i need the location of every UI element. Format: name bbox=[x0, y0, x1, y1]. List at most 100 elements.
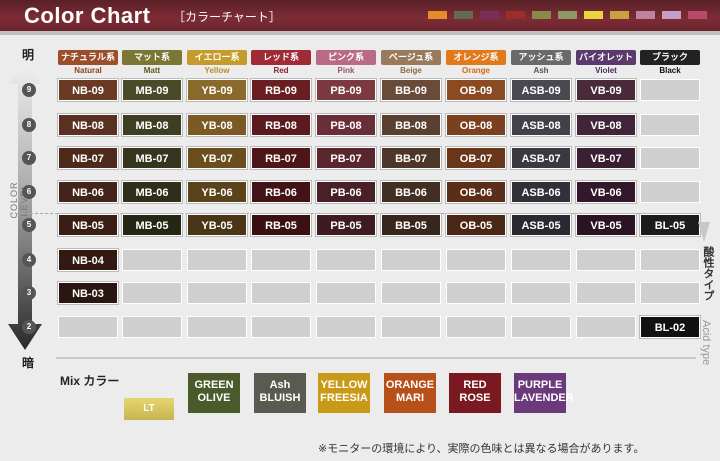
color-swatch[interactable]: YB-07 bbox=[187, 147, 247, 169]
color-swatch[interactable]: VB-08 bbox=[576, 114, 636, 136]
color-swatch[interactable]: MB-07 bbox=[122, 147, 182, 169]
color-swatch[interactable]: OB-06 bbox=[446, 181, 506, 203]
color-swatch[interactable]: BB-06 bbox=[381, 181, 441, 203]
empty-cell bbox=[576, 316, 636, 338]
mix-line1: YELLOW bbox=[320, 379, 368, 391]
color-swatch[interactable]: RB-05 bbox=[251, 214, 311, 236]
color-swatch[interactable]: BL-05 bbox=[640, 214, 700, 236]
mix-swatch[interactable]: Ash BLUISH bbox=[254, 373, 306, 413]
empty-cell bbox=[251, 249, 311, 271]
mix-swatch[interactable]: YELLOW FREESIA bbox=[318, 373, 370, 413]
color-swatch[interactable]: ASB-09 bbox=[511, 79, 571, 101]
mix-line2: OLIVE bbox=[197, 392, 231, 404]
empty-cell bbox=[122, 282, 182, 304]
color-swatch[interactable]: VB-09 bbox=[576, 79, 636, 101]
category-name: Ash bbox=[533, 66, 549, 75]
category-header: レッド系 bbox=[251, 50, 311, 65]
axis-bottom-label: 暗 bbox=[22, 356, 35, 370]
color-swatch[interactable]: RB-07 bbox=[251, 147, 311, 169]
color-swatch[interactable]: BL-02 bbox=[640, 316, 700, 338]
color-swatch[interactable]: MB-08 bbox=[122, 114, 182, 136]
color-swatch[interactable]: YB-08 bbox=[187, 114, 247, 136]
empty-cell bbox=[316, 316, 376, 338]
color-strip-swatch bbox=[688, 11, 707, 19]
color-swatch[interactable]: YB-09 bbox=[187, 79, 247, 101]
empty-cell bbox=[381, 282, 441, 304]
color-strip-swatch bbox=[532, 11, 551, 19]
color-swatch[interactable]: BB-09 bbox=[381, 79, 441, 101]
empty-cell bbox=[187, 316, 247, 338]
color-swatch[interactable]: RB-08 bbox=[251, 114, 311, 136]
axis-top-label: 明 bbox=[22, 48, 35, 62]
color-swatch[interactable]: NB-07 bbox=[58, 147, 118, 169]
header-bar: Color Chart ［カラーチャート］ bbox=[0, 0, 720, 31]
color-swatch[interactable]: NB-03 bbox=[58, 282, 118, 304]
mix-line1: GREEN bbox=[194, 379, 234, 391]
page-subtitle: ［カラーチャート］ bbox=[173, 10, 281, 24]
empty-cell bbox=[251, 316, 311, 338]
color-swatch[interactable]: OB-07 bbox=[446, 147, 506, 169]
color-swatch[interactable]: NB-05 bbox=[58, 214, 118, 236]
color-swatch[interactable]: VB-07 bbox=[576, 147, 636, 169]
color-swatch[interactable]: PB-05 bbox=[316, 214, 376, 236]
color-swatch[interactable]: ASB-05 bbox=[511, 214, 571, 236]
empty-cell bbox=[640, 181, 700, 203]
category-name: Matt bbox=[143, 66, 161, 75]
color-swatch[interactable]: RB-09 bbox=[251, 79, 311, 101]
color-swatch[interactable]: BB-05 bbox=[381, 214, 441, 236]
color-swatch[interactable]: OB-08 bbox=[446, 114, 506, 136]
color-swatch[interactable]: ASB-08 bbox=[511, 114, 571, 136]
category-name: Beige bbox=[400, 66, 422, 75]
color-swatch[interactable]: MB-06 bbox=[122, 181, 182, 203]
color-swatch[interactable]: OB-09 bbox=[446, 79, 506, 101]
empty-cell bbox=[316, 282, 376, 304]
color-swatch[interactable]: ASB-07 bbox=[511, 147, 571, 169]
category-header: イエロー系 bbox=[187, 50, 247, 65]
color-swatch[interactable]: VB-05 bbox=[576, 214, 636, 236]
empty-cell bbox=[187, 282, 247, 304]
color-swatch[interactable]: PB-09 bbox=[316, 79, 376, 101]
mix-swatch[interactable]: RED ROSE bbox=[449, 373, 501, 413]
color-swatch[interactable]: RB-06 bbox=[251, 181, 311, 203]
level-number: 3 bbox=[22, 286, 36, 300]
mix-lt-swatch: LT bbox=[124, 398, 174, 420]
mix-swatch[interactable]: ORANGE MARI bbox=[384, 373, 436, 413]
empty-cell bbox=[640, 282, 700, 304]
color-swatch[interactable]: PB-08 bbox=[316, 114, 376, 136]
color-swatch[interactable]: MB-09 bbox=[122, 79, 182, 101]
color-swatch[interactable]: YB-05 bbox=[187, 214, 247, 236]
mix-swatch[interactable]: PURPLE LAVENDER bbox=[514, 373, 574, 413]
color-swatch[interactable]: MB-05 bbox=[122, 214, 182, 236]
color-strip-swatch bbox=[662, 11, 681, 19]
mix-line2: BLUISH bbox=[259, 392, 301, 404]
level-number: 5 bbox=[22, 218, 36, 232]
color-swatch[interactable]: PB-07 bbox=[316, 147, 376, 169]
color-swatch[interactable]: OB-05 bbox=[446, 214, 506, 236]
color-swatch[interactable]: NB-04 bbox=[58, 249, 118, 271]
category-header: ナチュラル系 bbox=[58, 50, 118, 65]
color-strip-swatch bbox=[506, 11, 525, 19]
page-title: Color Chart bbox=[24, 3, 151, 28]
empty-cell bbox=[640, 147, 700, 169]
category-header: オレンジ系 bbox=[446, 50, 506, 65]
color-swatch[interactable]: ASB-06 bbox=[511, 181, 571, 203]
mix-label: Mix カラー bbox=[60, 374, 120, 388]
mix-line2: ROSE bbox=[459, 392, 491, 404]
color-swatch[interactable]: NB-08 bbox=[58, 114, 118, 136]
empty-cell bbox=[511, 282, 571, 304]
mix-swatch[interactable]: GREEN OLIVE bbox=[188, 373, 240, 413]
mix-line1: ORANGE bbox=[385, 379, 435, 391]
level-number: 8 bbox=[22, 118, 36, 132]
empty-cell bbox=[640, 114, 700, 136]
color-swatch[interactable]: VB-06 bbox=[576, 181, 636, 203]
color-swatch[interactable]: BB-08 bbox=[381, 114, 441, 136]
empty-cell bbox=[576, 249, 636, 271]
color-swatch[interactable]: PB-06 bbox=[316, 181, 376, 203]
category-name: Yellow bbox=[204, 66, 230, 75]
color-swatch[interactable]: BB-07 bbox=[381, 147, 441, 169]
color-strip-swatch bbox=[454, 11, 473, 19]
color-swatch[interactable]: NB-09 bbox=[58, 79, 118, 101]
color-swatch[interactable]: YB-06 bbox=[187, 181, 247, 203]
color-swatch[interactable]: NB-06 bbox=[58, 181, 118, 203]
empty-cell bbox=[446, 316, 506, 338]
